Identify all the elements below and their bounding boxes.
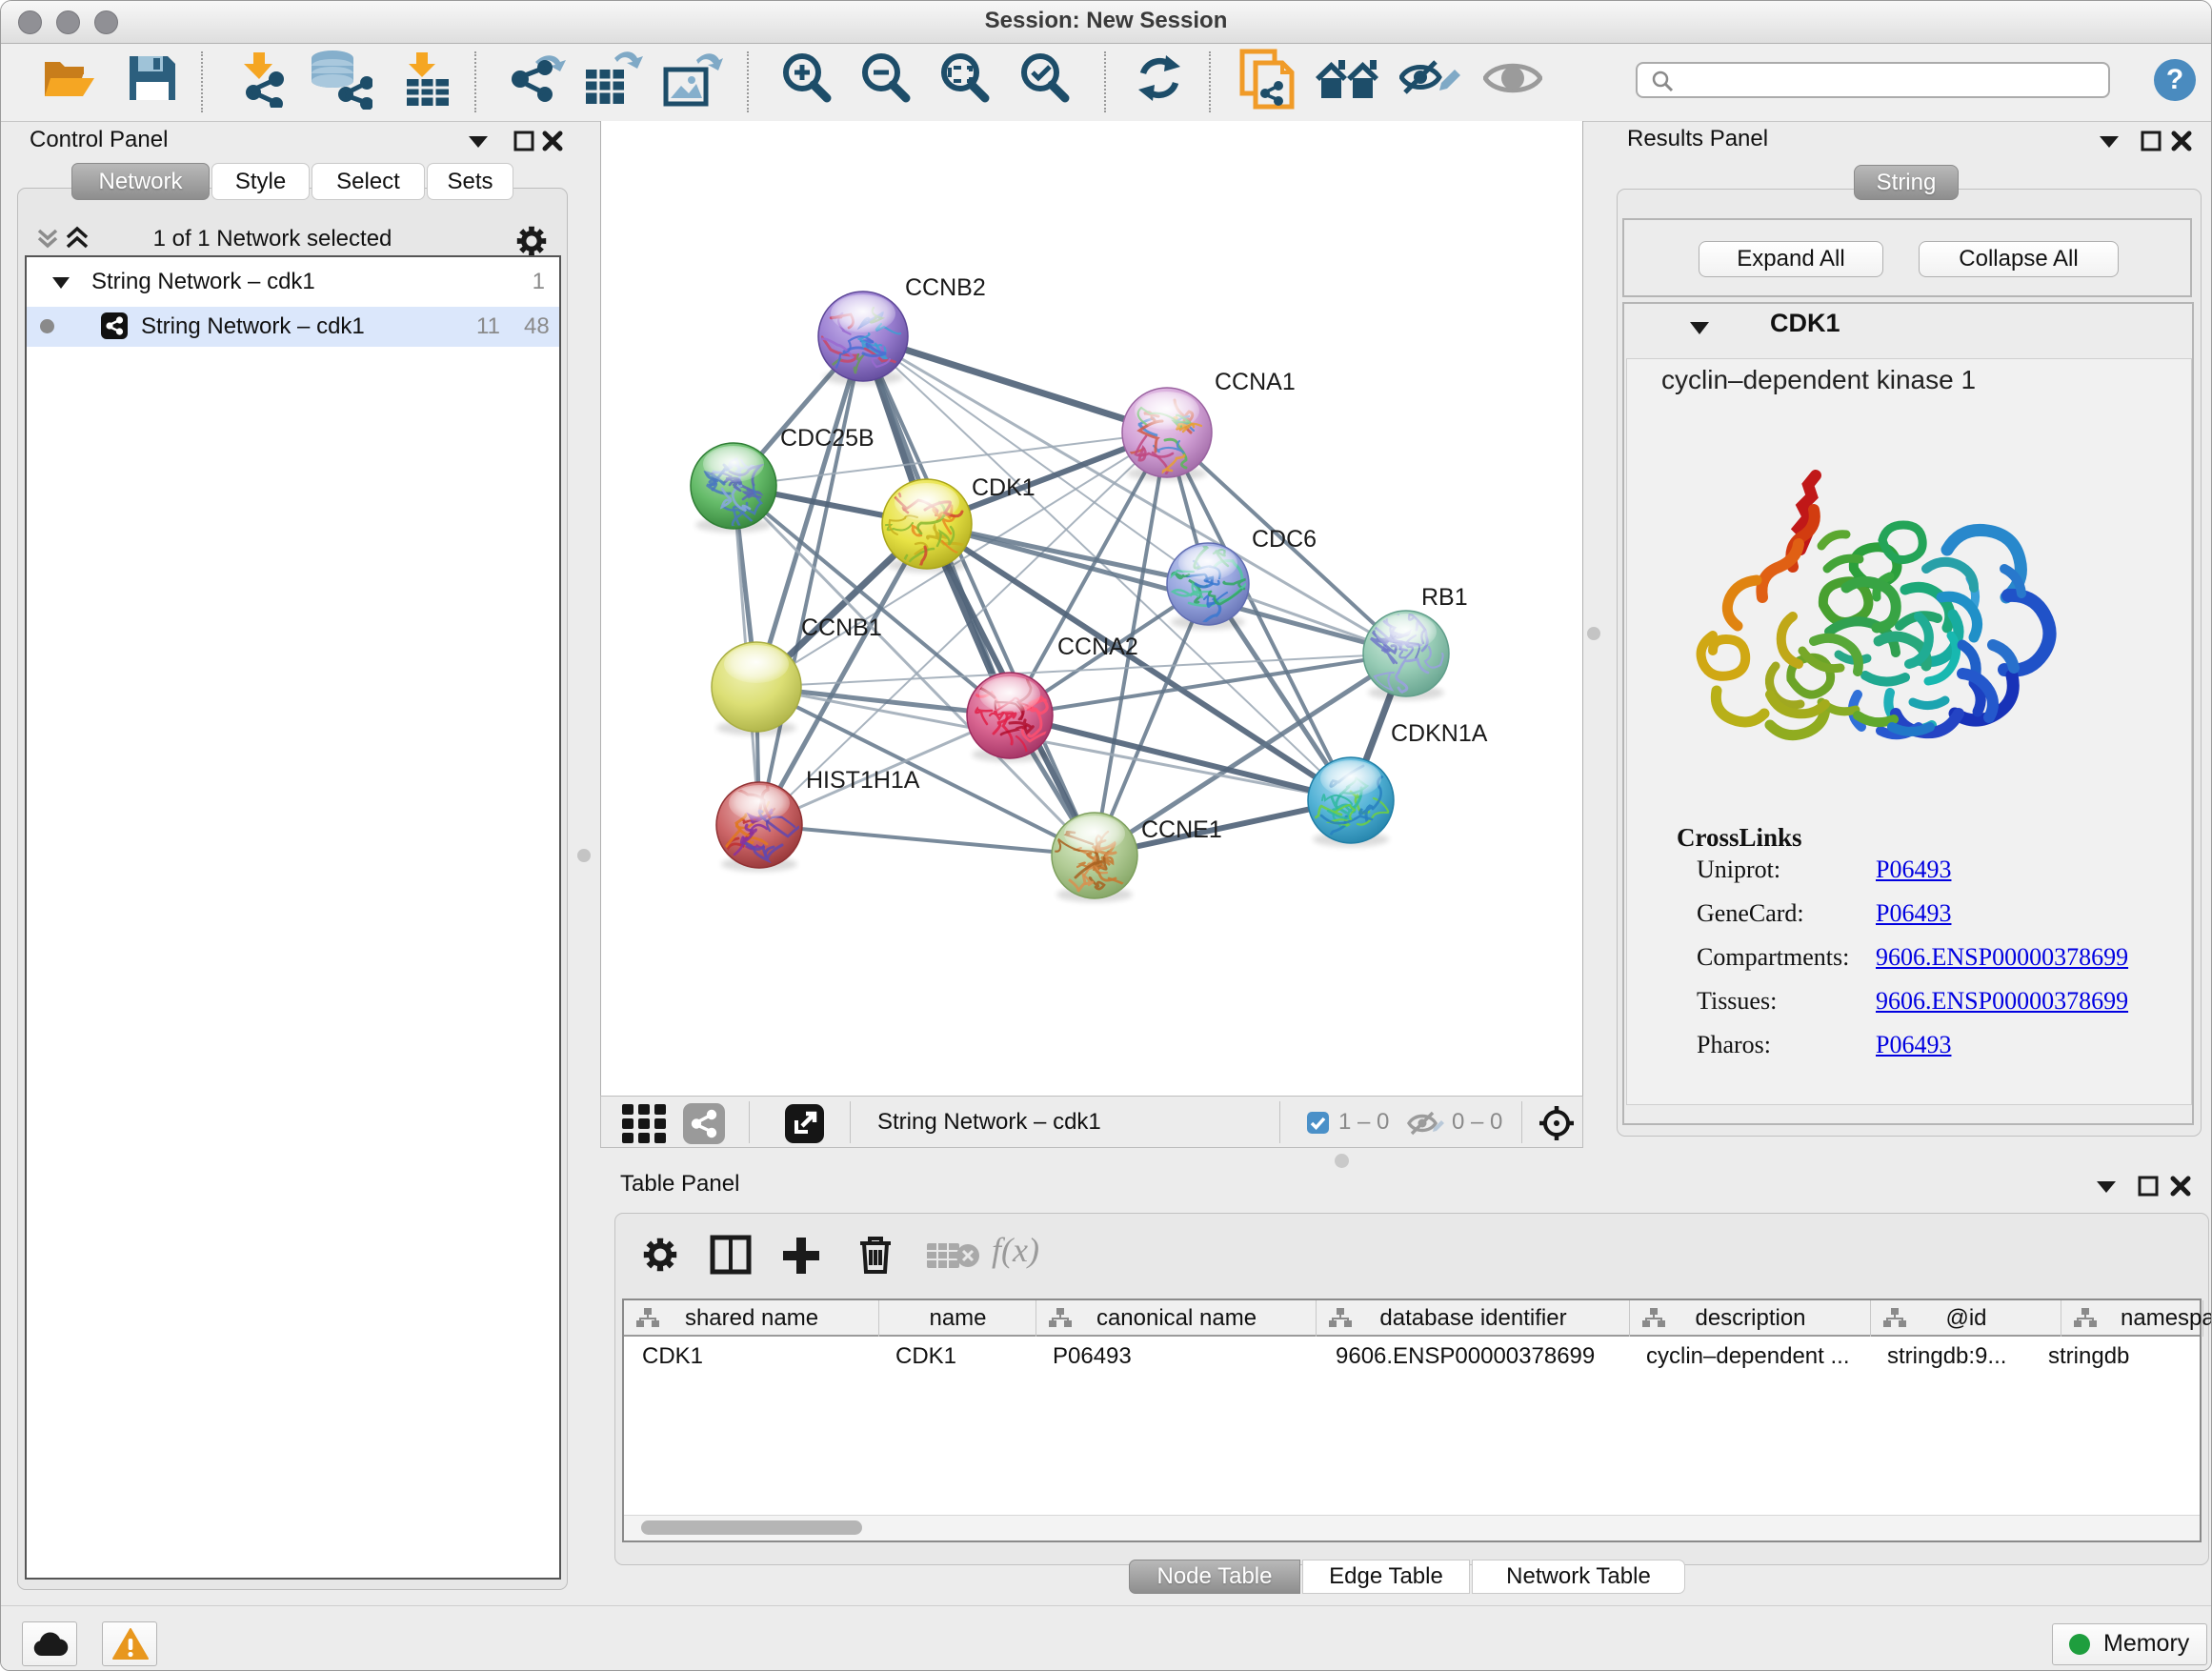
svg-text:CDK1: CDK1 [972, 474, 1036, 501]
svg-text:CCNE1: CCNE1 [1141, 816, 1222, 843]
svg-text:CDKN1A: CDKN1A [1391, 720, 1488, 747]
svg-text:CDC25B: CDC25B [780, 425, 875, 452]
svg-text:HIST1H1A: HIST1H1A [806, 767, 920, 794]
svg-text:CDC6: CDC6 [1252, 526, 1317, 553]
svg-text:CCNA1: CCNA1 [1215, 369, 1296, 395]
svg-text:RB1: RB1 [1421, 584, 1468, 611]
svg-text:CCNA2: CCNA2 [1057, 634, 1138, 660]
svg-text:CCNB1: CCNB1 [801, 614, 882, 641]
svg-text:CCNB2: CCNB2 [905, 274, 986, 301]
